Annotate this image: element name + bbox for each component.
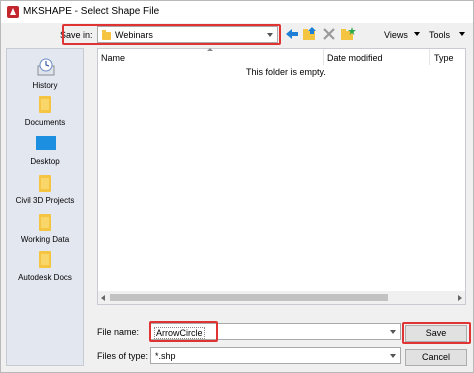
cancel-button[interactable]: Cancel bbox=[405, 349, 467, 366]
files-of-type-value: *.shp bbox=[155, 351, 176, 361]
column-header-date-modified[interactable]: Date modified bbox=[327, 53, 383, 63]
sidebar-item-label: Desktop bbox=[30, 157, 60, 166]
tools-menu[interactable]: Tools bbox=[429, 30, 450, 40]
file-list[interactable]: Name Date modified Type This folder is e… bbox=[97, 48, 466, 305]
up-folder-icon[interactable] bbox=[302, 26, 318, 42]
folder-icon bbox=[39, 175, 51, 192]
folder-icon bbox=[39, 251, 51, 268]
empty-folder-message: This folder is empty. bbox=[246, 67, 326, 77]
folder-icon bbox=[39, 96, 51, 113]
history-icon bbox=[37, 58, 55, 76]
sidebar-item-civil3d-projects[interactable]: Civil 3D Projects bbox=[7, 171, 85, 209]
file-name-label: File name: bbox=[97, 327, 140, 337]
files-of-type-dropdown[interactable]: *.shp bbox=[150, 347, 401, 364]
sidebar-item-working-data[interactable]: Working Data bbox=[7, 211, 85, 249]
scroll-left-icon[interactable] bbox=[101, 295, 105, 301]
dialog-window: MKSHAPE - Select Shape File Save in: Web… bbox=[0, 0, 474, 373]
sidebar-item-desktop[interactable]: Desktop bbox=[7, 133, 85, 171]
new-folder-icon[interactable] bbox=[340, 26, 356, 42]
sidebar-item-label: Autodesk Docs bbox=[18, 273, 72, 282]
back-arrow-icon[interactable] bbox=[284, 26, 300, 42]
save-in-highlight bbox=[62, 24, 281, 45]
delete-icon[interactable] bbox=[321, 26, 337, 42]
sidebar-item-documents[interactable]: Documents bbox=[7, 93, 85, 131]
sidebar-item-label: Working Data bbox=[20, 235, 70, 244]
column-divider[interactable] bbox=[323, 49, 324, 65]
scroll-right-icon[interactable] bbox=[458, 295, 462, 301]
column-header-name[interactable]: Name bbox=[101, 53, 125, 63]
sort-ascending-icon bbox=[207, 48, 213, 51]
desktop-icon bbox=[36, 136, 56, 150]
save-button-highlight bbox=[402, 322, 471, 344]
file-name-highlight bbox=[149, 321, 218, 342]
files-of-type-label: Files of type: bbox=[97, 351, 149, 361]
folder-icon bbox=[39, 214, 51, 231]
sidebar-item-label: History bbox=[32, 81, 58, 90]
sidebar-item-history[interactable]: History bbox=[7, 55, 85, 93]
title-bar: MKSHAPE - Select Shape File bbox=[1, 1, 473, 23]
window-title: MKSHAPE - Select Shape File bbox=[23, 6, 160, 17]
views-dropdown-icon[interactable] bbox=[414, 32, 420, 36]
tools-dropdown-icon[interactable] bbox=[459, 32, 465, 36]
sidebar-item-autodesk-docs[interactable]: Autodesk Docs bbox=[7, 248, 85, 286]
places-sidebar: History Documents Desktop Civil 3D Proje… bbox=[6, 48, 84, 366]
scrollbar-thumb[interactable] bbox=[110, 294, 388, 301]
chevron-down-icon bbox=[390, 330, 396, 334]
column-divider[interactable] bbox=[429, 49, 430, 65]
horizontal-scrollbar[interactable] bbox=[98, 291, 465, 304]
sidebar-item-label: Documents bbox=[24, 118, 66, 127]
column-header-type[interactable]: Type bbox=[434, 53, 454, 63]
autocad-app-icon bbox=[7, 6, 19, 18]
sidebar-item-label: Civil 3D Projects bbox=[15, 196, 75, 205]
chevron-down-icon bbox=[390, 354, 396, 358]
views-menu[interactable]: Views bbox=[384, 30, 408, 40]
